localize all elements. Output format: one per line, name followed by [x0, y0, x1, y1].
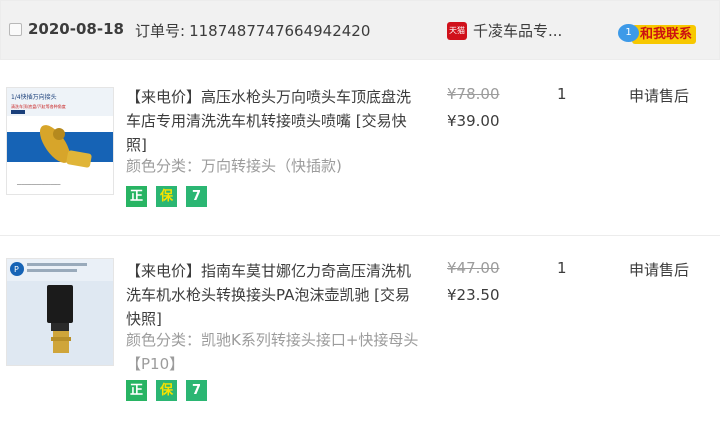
order-number-value: 1187487747664942420	[189, 22, 371, 40]
thumb-caption: P	[14, 265, 19, 274]
product-attribute: 颜色分类：万向转接头（快插款)	[126, 157, 342, 175]
service-badges: 正保7	[126, 380, 216, 402]
seven-day-return-icon[interactable]: 7	[186, 380, 207, 401]
insurance-icon[interactable]: 保	[156, 186, 177, 207]
original-price: ¥47.00	[447, 259, 500, 277]
order-date: 2020-08-18	[28, 20, 124, 38]
quantity: 1	[557, 259, 567, 277]
service-badges: 正保7	[126, 186, 216, 208]
product-thumbnail[interactable]: 1/4快插万向接头 清洗车顶/底盘/汽缸等各种角度 ━━━━━━━━━━━━━━…	[6, 87, 114, 195]
quantity: 1	[557, 85, 567, 103]
contact-seller-label: 和我联系	[632, 25, 697, 44]
order-number-label: 订单号:	[135, 22, 186, 40]
genuine-guarantee-icon[interactable]: 正	[126, 380, 147, 401]
original-price: ¥78.00	[447, 85, 500, 103]
genuine-guarantee-icon[interactable]: 正	[126, 186, 147, 207]
product-thumbnail[interactable]: P	[6, 258, 114, 366]
thumb-subcaption: 清洗车顶/底盘/汽缸等各种角度	[11, 103, 66, 109]
order-item-row: 1/4快插万向接头 清洗车顶/底盘/汽缸等各种角度 ━━━━━━━━━━━━━━…	[0, 61, 720, 233]
order-item-row: P 【来电价】指南车莫甘娜亿力奇高压清洗机洗车机水枪头转换接头PA泡沫壶凯驰 […	[0, 235, 720, 423]
product-attribute: 颜色分类：凯驰K系列转接头接口+快接母头【P10】	[126, 331, 419, 373]
thumb-caption: 1/4快插万向接头	[11, 93, 57, 101]
paid-price: ¥23.50	[447, 286, 500, 304]
product-title-link[interactable]: 【来电价】高压水枪头万向喷头车顶底盘洗车店专用清洗洗车机转接喷头喷嘴 [交易快照…	[126, 85, 422, 157]
paid-price: ¥39.00	[447, 112, 500, 130]
request-aftersale-link[interactable]: 申请售后	[629, 85, 689, 106]
insurance-icon[interactable]: 保	[156, 380, 177, 401]
order-header: 2020-08-18 订单号: 1187487747664942420 天猫 千凌…	[0, 0, 720, 60]
product-image-nozzle: 1/4快插万向接头 清洗车顶/底盘/汽缸等各种角度 ━━━━━━━━━━━━━━…	[7, 88, 113, 194]
shop-name-link[interactable]: 千凌车品专...	[473, 20, 583, 41]
product-image-adapter: P	[7, 259, 113, 365]
order-select-checkbox[interactable]	[9, 23, 22, 36]
seven-day-return-icon[interactable]: 7	[186, 186, 207, 207]
tmall-icon: 天猫	[447, 22, 467, 40]
svg-text:━━━━━━━━━━━━━━━━━━: ━━━━━━━━━━━━━━━━━━	[16, 182, 61, 187]
product-title-link[interactable]: 【来电价】指南车莫甘娜亿力奇高压清洗机洗车机水枪头转换接头PA泡沫壶凯驰 [交易…	[126, 259, 422, 331]
contact-seller-button[interactable]: 和我联系 1	[618, 24, 707, 45]
chat-bubble-icon: 1	[618, 24, 639, 42]
request-aftersale-link[interactable]: 申请售后	[629, 259, 689, 280]
order-number: 订单号: 1187487747664942420	[135, 20, 370, 41]
